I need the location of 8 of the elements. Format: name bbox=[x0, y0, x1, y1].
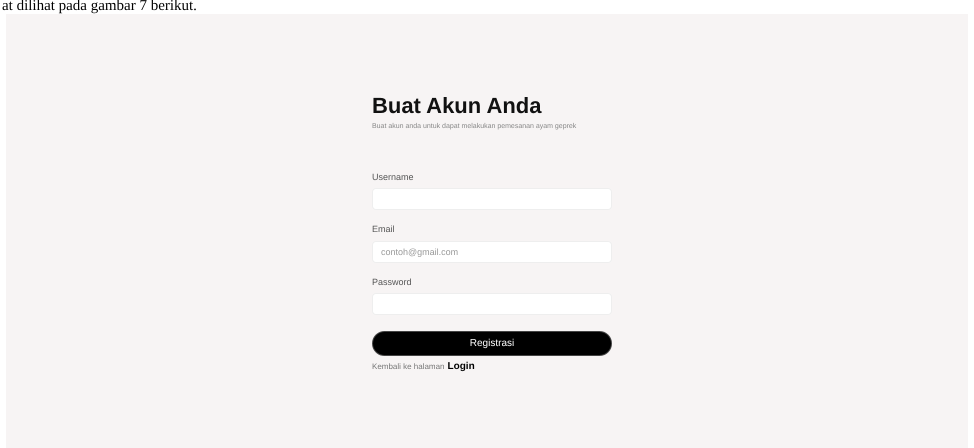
input-field[interactable]: contoh@gmail.com bbox=[372, 240, 612, 262]
login-link[interactable]: Login bbox=[447, 359, 475, 374]
footer-text: Kembali ke halaman bbox=[372, 361, 444, 373]
field-label: Email bbox=[372, 223, 396, 236]
page-title: Buat Akun Anda bbox=[372, 92, 543, 120]
register-button[interactable]: Registrasi bbox=[372, 331, 612, 356]
field-label: Password bbox=[372, 276, 413, 288]
field-label: Username bbox=[372, 170, 415, 184]
